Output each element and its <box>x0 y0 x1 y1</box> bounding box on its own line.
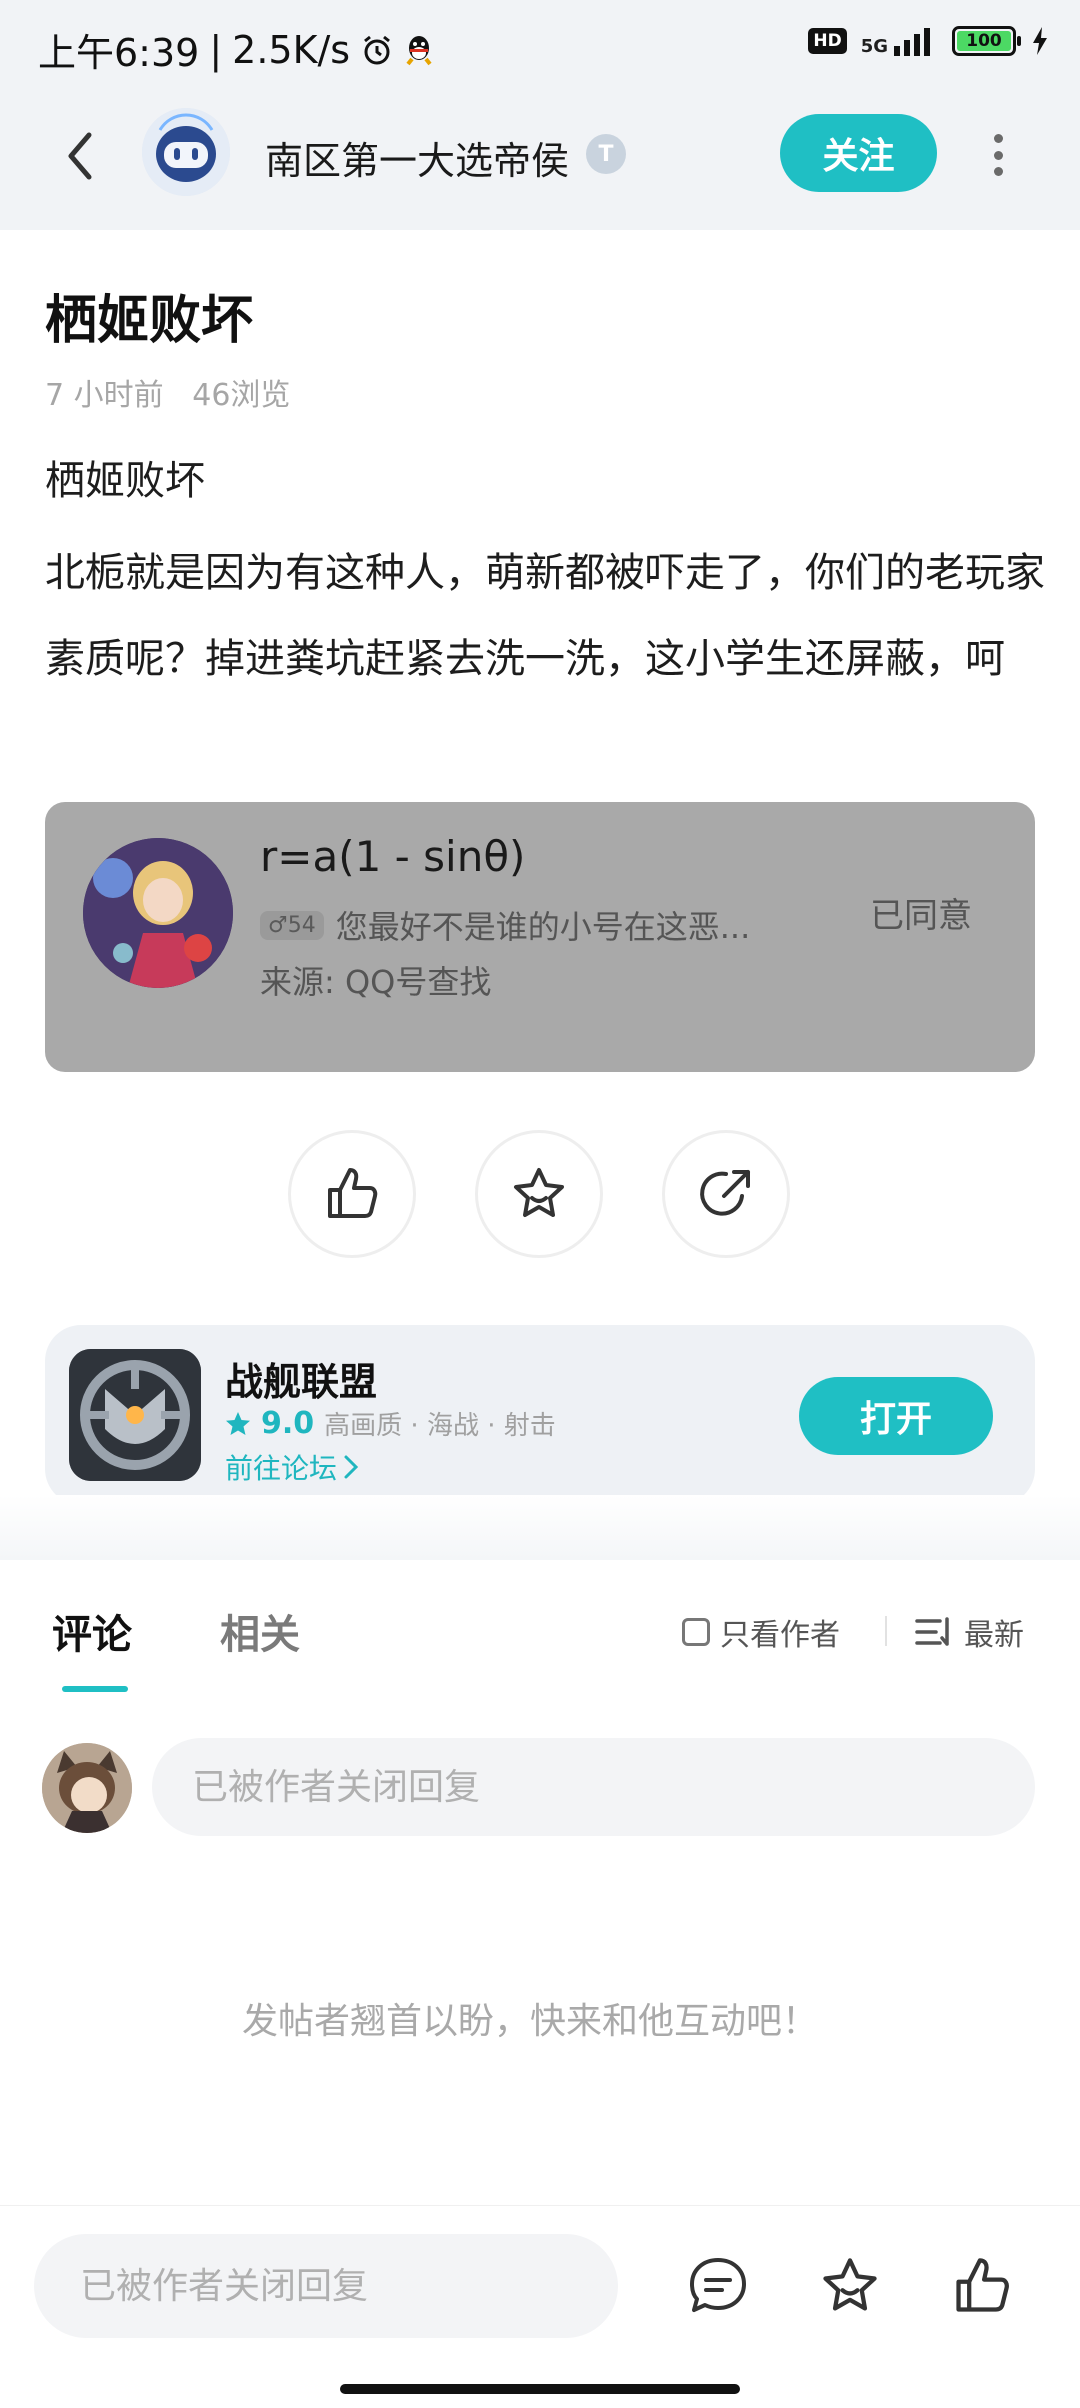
embedded-friend-request-card[interactable]: r=a(1 - sinθ) ♂54 您最好不是谁的小号在这恶... 来源: QQ… <box>45 802 1035 1072</box>
alarm-icon <box>364 35 391 64</box>
status-right: HD 5G 100 <box>808 26 1050 56</box>
chevron-right-icon <box>344 1455 359 1479</box>
charging-icon <box>1033 27 1047 55</box>
qq-icon <box>406 35 432 65</box>
embed-status: 已同意 <box>870 896 972 936</box>
chevron-left-icon <box>68 132 92 180</box>
share-button[interactable] <box>662 1130 790 1258</box>
game-app-card[interactable]: 战舰联盟 9.0 高画质 · 海战 · 射击 前往论坛 打开 <box>45 1325 1035 1505</box>
cat-girl-avatar-icon <box>42 1743 132 1833</box>
bottom-action-bar <box>0 2205 1080 2408</box>
like-button[interactable] <box>288 1130 416 1258</box>
signal-icon <box>894 28 930 56</box>
empty-comments-text: 发帖者翘首以盼，快来和他互动吧！ <box>241 2001 818 2042</box>
section-divider <box>0 1495 1080 1560</box>
post-body-paragraph: 北栀就是因为有这种人，萌新都被吓走了，你们的老玩家素质呢？掉进粪坑赶紧去洗一洗，… <box>45 550 1045 682</box>
status-left: 上午6:39 | 2.5K/s <box>38 22 434 77</box>
embed-avatar <box>83 838 233 988</box>
bottom-favorite-button[interactable] <box>812 2248 888 2324</box>
game-app-name: 战舰联盟 <box>225 1360 378 1404</box>
home-indicator[interactable] <box>340 2384 740 2394</box>
more-dot-icon <box>993 167 1003 176</box>
bottom-reply-input[interactable] <box>34 2234 618 2338</box>
back-button[interactable] <box>50 126 110 186</box>
post-title: 栖姬败坏 <box>45 291 254 351</box>
share-icon <box>700 1170 750 1216</box>
tab-related[interactable]: 相关 <box>220 1602 300 1660</box>
sort-icon <box>915 1617 949 1646</box>
embed-source: 来源: QQ号查找 <box>260 963 492 1001</box>
signal-block: 5G <box>861 26 938 56</box>
star-icon <box>514 1168 564 1217</box>
battery-level: 100 <box>957 31 1011 51</box>
star-icon <box>823 2258 877 2311</box>
post-card: 栖姬败坏 7 小时前 46浏览 栖姬败坏 北栀就是因为有这种人，萌新都被吓走了，… <box>0 230 1080 1560</box>
thumbs-up-icon <box>328 1168 378 1218</box>
robot-avatar-icon <box>142 108 230 196</box>
hd-badge: HD <box>808 28 847 54</box>
app-rating-row: 9.0 高画质 · 海战 · 射击 <box>225 1405 556 1442</box>
favorite-button[interactable] <box>475 1130 603 1258</box>
filter-divider <box>885 1616 887 1646</box>
network-type: 5G <box>860 36 888 57</box>
battery-icon: 100 <box>952 26 1021 56</box>
forum-link[interactable]: 前往论坛 <box>225 1447 359 1487</box>
more-dot-icon <box>993 134 1003 143</box>
status-bar: 上午6:39 | 2.5K/s HD 5G 100 <box>0 0 1080 100</box>
tab-comments[interactable]: 评论 <box>52 1602 132 1660</box>
status-speed: 2.5K/s <box>232 27 351 72</box>
status-separator: | <box>209 27 223 72</box>
only-author-checkbox[interactable] <box>682 1618 710 1646</box>
bottom-like-button[interactable] <box>944 2248 1020 2324</box>
rating-star-icon <box>226 1411 250 1435</box>
more-dot-icon <box>993 150 1003 160</box>
game-app-icon <box>69 1349 201 1481</box>
level-badge: T <box>586 134 626 174</box>
tab-active-indicator <box>62 1686 128 1692</box>
author-avatar[interactable] <box>142 108 230 196</box>
forum-link-label: 前往论坛 <box>225 1452 338 1485</box>
crosshair-app-icon <box>69 1349 201 1481</box>
post-header: 南区第一大选帝侯 T 关注 <box>0 100 1080 230</box>
sort-button[interactable]: 最新 <box>914 1610 1024 1654</box>
gender-age-tag: ♂54 <box>260 910 324 940</box>
follow-button[interactable]: 关注 <box>780 114 937 192</box>
comment-icon <box>690 2258 746 2312</box>
embed-username: r=a(1 - sinθ) <box>260 832 526 881</box>
sort-label: 最新 <box>964 1618 1024 1653</box>
app-rating: 9.0 <box>261 1406 315 1441</box>
status-time: 上午6:39 <box>38 31 200 75</box>
reply-input[interactable] <box>152 1738 1035 1836</box>
more-options-button[interactable] <box>980 128 1016 182</box>
anime-avatar-icon <box>83 838 233 988</box>
only-author-label: 只看作者 <box>720 1618 840 1653</box>
thumbs-up-icon <box>956 2258 1009 2312</box>
open-app-button[interactable]: 打开 <box>799 1377 993 1455</box>
embed-message: 您最好不是谁的小号在这恶... <box>335 908 751 946</box>
post-body-line: 栖姬败坏 <box>45 458 205 504</box>
current-user-avatar <box>42 1743 132 1833</box>
only-author-toggle[interactable]: 只看作者 <box>682 1610 840 1654</box>
comment-button[interactable] <box>680 2248 756 2324</box>
post-meta: 7 小时前 46浏览 <box>45 378 291 413</box>
author-name[interactable]: 南区第一大选帝侯 <box>265 130 569 185</box>
comments-section: 评论 相关 只看作者 最新 发帖者翘首以盼，快来和他互动吧！ <box>0 1560 1080 2205</box>
embed-message-row: ♂54 您最好不是谁的小号在这恶... <box>260 902 750 948</box>
app-tags: 高画质 · 海战 · 射击 <box>324 1411 556 1441</box>
